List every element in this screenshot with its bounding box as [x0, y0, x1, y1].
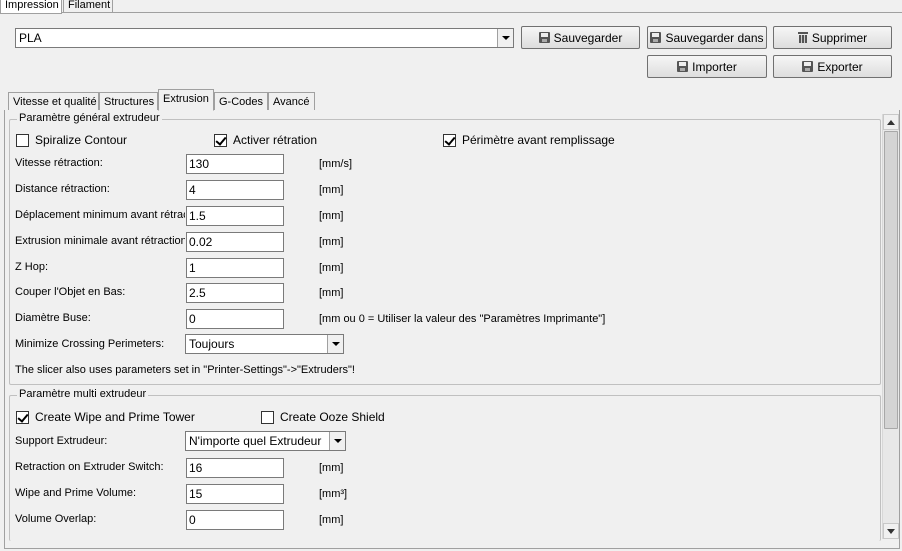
- delete-button-label: Supprimer: [811, 30, 868, 45]
- min-extrusion-unit: [mm]: [319, 236, 344, 248]
- tab-impression[interactable]: Impression: [0, 0, 62, 14]
- checkbox-label: Create Wipe and Prime Tower: [35, 410, 195, 424]
- scrollbar-thumb[interactable]: [884, 131, 898, 429]
- spiralize-contour-checkbox[interactable]: Spiralize Contour: [16, 133, 127, 147]
- extruder-switch-retraction-unit: [mm]: [319, 462, 344, 474]
- tab-label: Extrusion: [163, 93, 209, 105]
- retraction-speed-label: Vitesse rétraction:: [15, 157, 103, 169]
- tab-filament[interactable]: Filament: [63, 0, 113, 13]
- checkbox-label: Spiralize Contour: [35, 133, 128, 147]
- tab-structures[interactable]: Structures: [99, 92, 158, 110]
- volume-overlap-label: Volume Overlap:: [15, 513, 97, 525]
- min-extrusion-input[interactable]: 0.02: [186, 232, 284, 252]
- enable-retraction-checkbox[interactable]: Activer rétration: [214, 133, 317, 147]
- support-extruder-value: N'importe quel Extrudeur: [189, 434, 322, 448]
- wipe-prime-volume-input[interactable]: 15: [186, 484, 284, 504]
- nozzle-diameter-input[interactable]: 0: [186, 309, 284, 329]
- tab-extrusion[interactable]: Extrusion: [158, 89, 214, 111]
- retraction-speed-input[interactable]: 130: [186, 154, 284, 174]
- save-button[interactable]: Sauvegarder: [521, 26, 640, 49]
- volume-overlap-input[interactable]: 0: [186, 510, 284, 530]
- nozzle-diameter-unit: [mm ou 0 = Utiliser la valeur des "Param…: [319, 313, 606, 325]
- general-extruder-legend: Paramètre général extrudeur: [17, 112, 162, 124]
- nozzle-diameter-label: Diamètre Buse:: [15, 312, 91, 324]
- tab-vitesse-qualite[interactable]: Vitesse et qualité: [8, 92, 99, 110]
- min-travel-unit: [mm]: [319, 210, 344, 222]
- retraction-distance-input[interactable]: 4: [186, 180, 284, 200]
- extruder-switch-retraction-label: Retraction on Extruder Switch:: [15, 461, 164, 473]
- save-as-button-label: Sauvegarder dans: [665, 30, 764, 45]
- vertical-scrollbar[interactable]: [882, 114, 899, 539]
- volume-overlap-unit: [mm]: [319, 514, 344, 526]
- checkbox-box[interactable]: [214, 133, 227, 147]
- z-hop-input[interactable]: 1: [186, 258, 284, 278]
- minimize-crossing-label: Minimize Crossing Perimeters:: [15, 338, 165, 350]
- tab-filament-label: Filament: [68, 0, 111, 11]
- tab-impression-label: Impression: [5, 0, 59, 11]
- floppy-disk-icon: [650, 32, 662, 43]
- save-button-label: Sauvegarder: [553, 30, 623, 45]
- retraction-distance-label: Distance rétraction:: [15, 183, 110, 195]
- profile-select-value: PLA: [19, 31, 42, 45]
- support-extruder-label: Support Extrudeur:: [15, 435, 108, 447]
- multi-extruder-legend: Paramètre multi extrudeur: [17, 388, 149, 400]
- checkbox-label: Create Ooze Shield: [280, 410, 385, 424]
- printer-settings-note: The slicer also uses parameters set in "…: [15, 364, 355, 376]
- z-hop-unit: [mm]: [319, 262, 344, 274]
- wipe-prime-volume-unit: [mm³]: [319, 488, 348, 500]
- profile-select[interactable]: PLA: [15, 28, 514, 48]
- tab-gcodes[interactable]: G-Codes: [214, 92, 268, 110]
- tab-avance[interactable]: Avancé: [268, 92, 315, 110]
- delete-button[interactable]: Supprimer: [773, 26, 892, 49]
- retraction-speed-unit: [mm/s]: [319, 158, 352, 170]
- cut-object-input[interactable]: 2.5: [186, 283, 284, 303]
- min-extrusion-label: Extrusion minimale avant rétraction:: [15, 235, 185, 247]
- scroll-down-icon[interactable]: [883, 523, 899, 539]
- tab-label: G-Codes: [219, 96, 264, 108]
- z-hop-label: Z Hop:: [15, 261, 49, 273]
- tab-label: Structures: [104, 96, 155, 108]
- checkbox-box[interactable]: [443, 133, 456, 147]
- checkbox-box[interactable]: [16, 410, 29, 424]
- checkbox-label: Activer rétration: [233, 133, 318, 147]
- checkbox-box[interactable]: [16, 133, 29, 147]
- support-extruder-select[interactable]: N'importe quel Extrudeur: [185, 431, 346, 451]
- ooze-shield-checkbox[interactable]: Create Ooze Shield: [261, 410, 385, 424]
- min-travel-label: Déplacement minimum avant rétraction:: [15, 209, 185, 221]
- tab-label: Avancé: [273, 96, 310, 108]
- chevron-down-icon[interactable]: [497, 29, 513, 47]
- perimeter-before-infill-checkbox[interactable]: Périmètre avant remplissage: [443, 133, 615, 147]
- import-button-label: Importer: [692, 59, 737, 74]
- cut-object-label: Couper l'Objet en Bas:: [15, 286, 126, 298]
- chevron-down-icon[interactable]: [329, 432, 345, 450]
- top-tab-separator: [0, 12, 902, 13]
- floppy-disk-icon: [538, 32, 550, 43]
- cut-object-unit: [mm]: [319, 287, 344, 299]
- scroll-up-icon[interactable]: [883, 114, 899, 130]
- floppy-disk-icon: [802, 61, 814, 72]
- chevron-down-icon[interactable]: [327, 335, 343, 353]
- floppy-disk-icon: [677, 61, 689, 72]
- retraction-distance-unit: [mm]: [319, 184, 344, 196]
- min-travel-input[interactable]: 1.5: [186, 206, 284, 226]
- checkbox-label: Périmètre avant remplissage: [462, 133, 615, 147]
- checkbox-box[interactable]: [261, 410, 274, 424]
- import-button[interactable]: Importer: [647, 55, 767, 78]
- wipe-prime-volume-label: Wipe and Prime Volume:: [15, 487, 137, 499]
- minimize-crossing-select[interactable]: Toujours: [185, 334, 344, 354]
- extruder-switch-retraction-input[interactable]: 16: [186, 458, 284, 478]
- export-button-label: Exporter: [817, 59, 863, 74]
- trash-icon: [797, 32, 808, 43]
- minimize-crossing-value: Toujours: [189, 337, 235, 351]
- wipe-prime-tower-checkbox[interactable]: Create Wipe and Prime Tower: [16, 410, 195, 424]
- save-as-button[interactable]: Sauvegarder dans: [647, 26, 767, 49]
- tab-label: Vitesse et qualité: [13, 96, 97, 108]
- export-button[interactable]: Exporter: [773, 55, 892, 78]
